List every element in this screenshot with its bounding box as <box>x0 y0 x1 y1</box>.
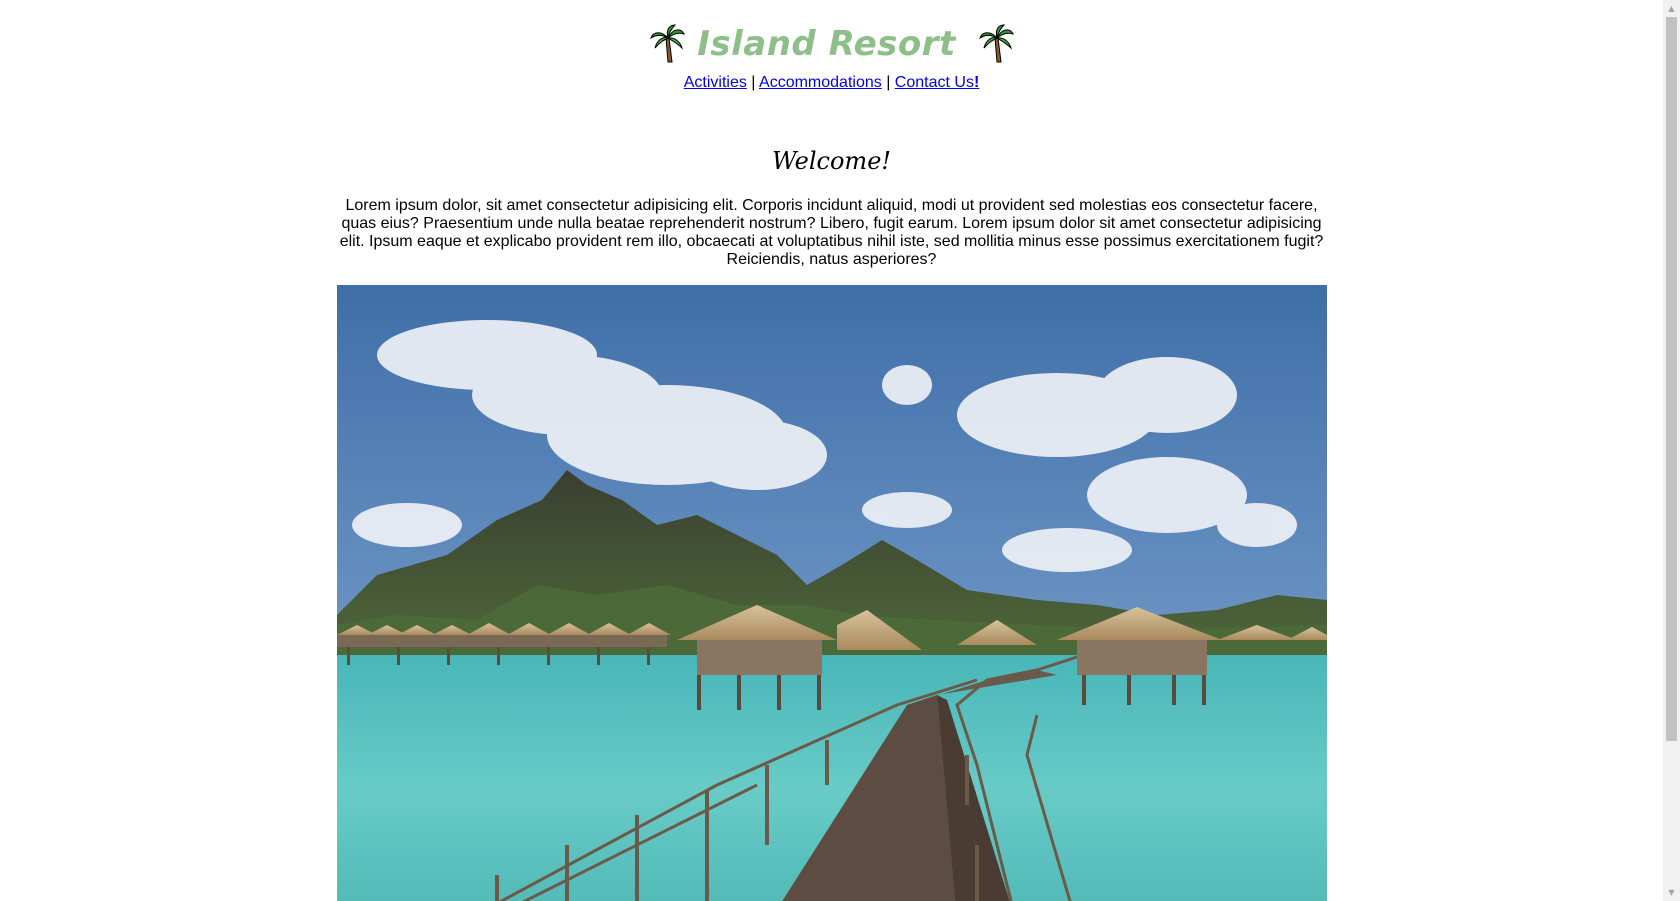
intro-paragraph: Lorem ipsum dolor, sit amet consectetur … <box>339 197 1324 268</box>
scrollbar-thumb[interactable] <box>1666 17 1677 741</box>
main-nav: Activities | Accommodations | Contact Us… <box>0 74 1663 92</box>
nav-link-activities[interactable]: Activities <box>684 74 747 91</box>
palm-tree-icon <box>650 24 686 63</box>
nav-separator: | <box>886 74 891 91</box>
scroll-down-arrow-icon[interactable]: ▼ <box>1663 884 1680 901</box>
welcome-heading: Welcome! <box>771 147 892 175</box>
nav-link-contact-suffix: ! <box>973 74 980 91</box>
nav-link-contact-label: Contact Us <box>894 74 974 91</box>
vertical-scrollbar[interactable]: ▲ ▼ <box>1663 0 1680 901</box>
scroll-up-arrow-icon[interactable]: ▲ <box>1663 0 1680 17</box>
main-content: Welcome! Lorem ipsum dolor, sit amet con… <box>336 147 1327 901</box>
palm-tree-icon <box>978 24 1014 63</box>
nav-link-contact-us[interactable]: Contact Us! <box>895 74 979 91</box>
title-row: Island Resort <box>0 22 1663 66</box>
site-title: Island Resort <box>697 24 956 64</box>
nav-link-accommodations[interactable]: Accommodations <box>759 74 882 91</box>
hero-image <box>336 285 1327 901</box>
nav-separator: | <box>751 74 756 91</box>
page-viewport: Island Resort Activities | Accommodation… <box>0 0 1663 901</box>
site-header: Island Resort Activities | Accommodation… <box>0 0 1663 92</box>
